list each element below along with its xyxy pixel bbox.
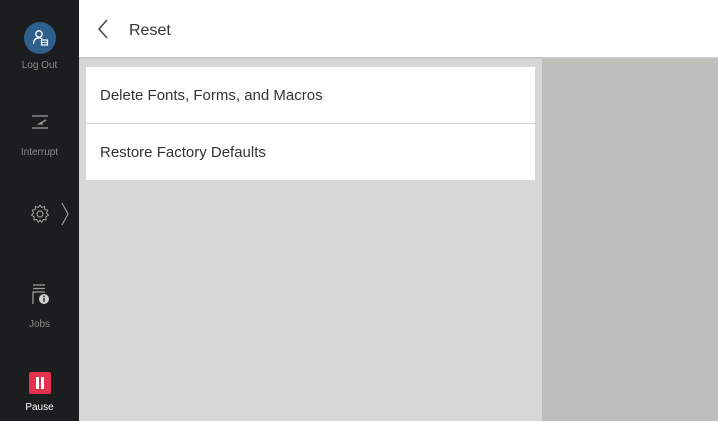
chevron-left-icon[interactable] <box>93 17 117 41</box>
header-bar: Reset <box>79 0 718 59</box>
logout-button[interactable]: Log Out <box>0 12 79 71</box>
user-logout-icon <box>23 22 56 54</box>
settings-button[interactable] <box>0 198 79 232</box>
menu-item-restore-factory-defaults[interactable]: Restore Factory Defaults <box>86 123 535 180</box>
reset-menu-list: Delete Fonts, Forms, and Macros Restore … <box>86 67 535 180</box>
interrupt-button[interactable]: Interrupt <box>0 112 79 158</box>
logout-label: Log Out <box>21 60 58 71</box>
jobs-label: Jobs <box>28 319 51 330</box>
menu-item-delete-fonts-forms-macros[interactable]: Delete Fonts, Forms, and Macros <box>86 67 535 123</box>
left-sidebar: Log Out Interrupt Jobs Pause <box>0 0 79 421</box>
pause-button[interactable]: Pause <box>0 372 79 413</box>
gear-icon <box>29 203 51 230</box>
chevron-right-icon <box>61 202 69 231</box>
pause-icon <box>28 372 51 394</box>
interrupt-icon <box>29 115 51 136</box>
jobs-icon <box>29 284 51 310</box>
right-panel <box>542 59 718 421</box>
interrupt-label: Interrupt <box>20 147 59 158</box>
page-title: Reset <box>129 22 171 39</box>
jobs-button[interactable]: Jobs <box>0 282 79 330</box>
pause-label: Pause <box>25 402 54 413</box>
